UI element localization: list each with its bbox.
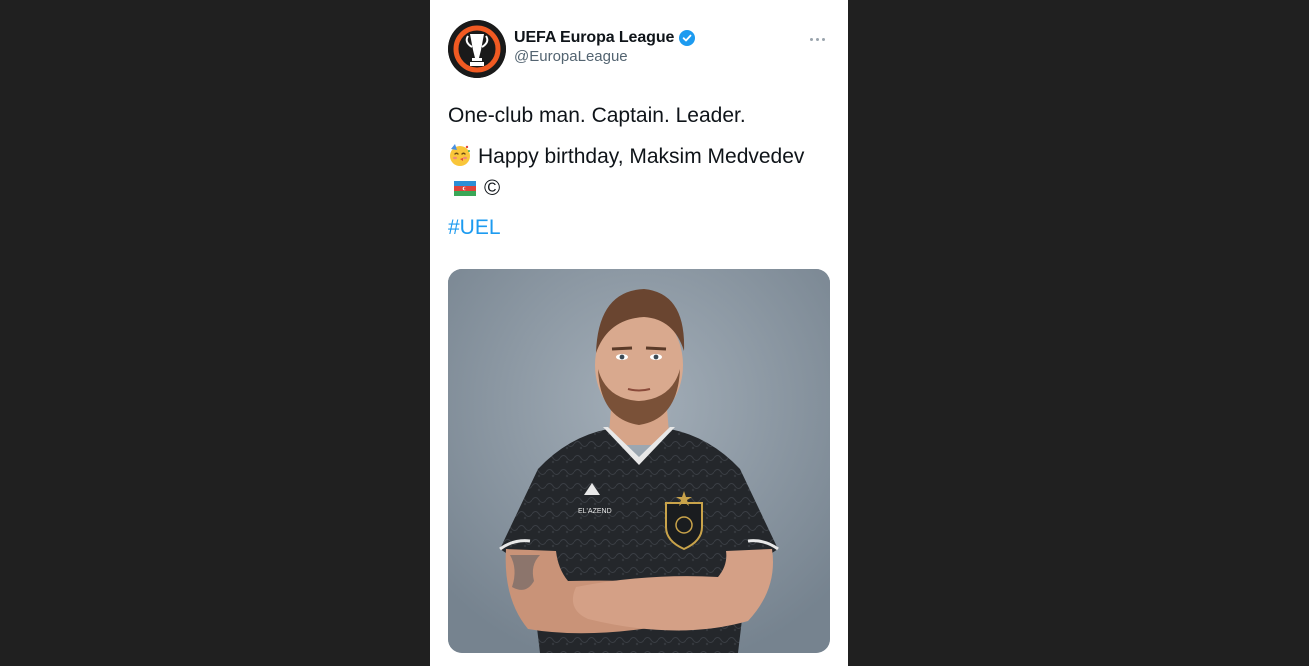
- verified-badge-icon: [679, 30, 696, 46]
- user-handle[interactable]: @EuropaLeague: [514, 48, 695, 65]
- europa-league-trophy-logo-icon: [448, 20, 506, 78]
- display-name[interactable]: UEFA Europa League: [514, 29, 674, 47]
- tweet-card[interactable]: UEFA Europa League @EuropaLeague One-clu…: [430, 0, 848, 666]
- hashtag-link[interactable]: #UEL: [448, 216, 501, 239]
- jersey-brand-text: EL'AZEND: [578, 508, 612, 515]
- tweet-header: UEFA Europa League @EuropaLeague: [448, 20, 830, 80]
- copyright-symbol: ©: [484, 175, 501, 200]
- screen-background: UEFA Europa League @EuropaLeague One-clu…: [0, 0, 1309, 666]
- more-options-icon[interactable]: [806, 28, 828, 50]
- player-photo-illustration: EL'AZEND: [448, 269, 830, 653]
- hashtag-line: #UEL: [448, 212, 828, 243]
- tweet-text: One-club man. Captain. Leader. Happy bir…: [448, 100, 828, 253]
- azerbaijan-flag-icon: [454, 181, 476, 196]
- tweet-media-photo[interactable]: EL'AZEND: [448, 269, 830, 653]
- tweet-author: UEFA Europa League @EuropaLeague: [514, 29, 696, 65]
- display-name-row: UEFA Europa League: [514, 29, 696, 47]
- tweet-line-1: One-club man. Captain. Leader.: [448, 104, 746, 127]
- avatar[interactable]: [448, 20, 506, 78]
- party-face-emoji-icon: [448, 143, 472, 167]
- tweet-line-2: Happy birthday, Maksim Medvedev ©: [448, 141, 828, 204]
- birthday-text: Happy birthday, Maksim Medvedev: [478, 145, 805, 168]
